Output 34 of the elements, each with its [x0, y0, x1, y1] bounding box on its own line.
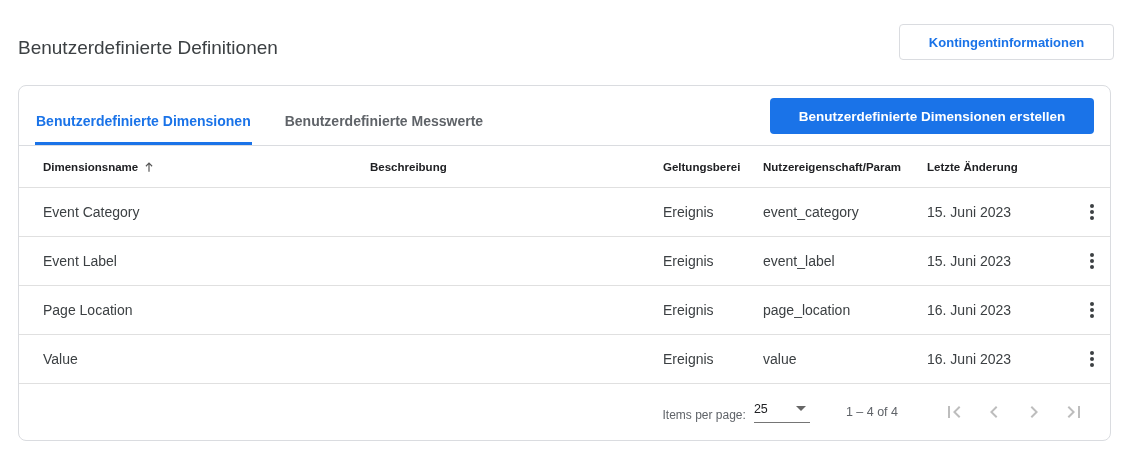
table-cell: Value [43, 351, 78, 367]
table-cell: 16. Juni 2023 [927, 302, 1012, 318]
more-vert-icon [1089, 351, 1094, 367]
table-cell: 16. Juni 2023 [927, 351, 1012, 367]
caret-icon [795, 406, 806, 411]
table-cell: Ereignis [663, 204, 714, 220]
page-size-select[interactable]: 25 [753, 401, 810, 423]
column-header[interactable]: Beschreibung [370, 160, 447, 173]
table-cell: Ereignis [663, 302, 714, 318]
table-cell: event_category [763, 204, 859, 220]
table-cell: page_location [763, 302, 851, 318]
more-vert-icon [1089, 253, 1094, 269]
items-per-page-label: Items per page: [662, 408, 746, 422]
table-cell: 15. Juni 2023 [927, 253, 1012, 269]
table-cell: Event Label [43, 253, 117, 269]
table-cell: 15. Juni 2023 [927, 204, 1012, 220]
quota-button[interactable]: Kontingentinformationen [899, 24, 1114, 60]
page-range: 1 – 4 of 4 [845, 405, 898, 419]
more-vert-icon [1089, 302, 1094, 318]
table-cell: Event Category [43, 204, 140, 220]
column-header[interactable]: Geltungsberei [663, 160, 741, 173]
table-cell: Ereignis [663, 351, 714, 367]
create-button[interactable]: Benutzerdefinierte Dimensionen erstellen [770, 98, 1094, 134]
table-cell: Page Location [43, 302, 133, 318]
table-cell: Ereignis [663, 253, 714, 269]
more-vert-icon [1089, 204, 1094, 220]
column-header[interactable]: Letzte Änderung [927, 160, 1018, 173]
column-header[interactable]: Dimensionsname [43, 160, 139, 173]
tab[interactable]: Benutzerdefinierte Messwerte [283, 86, 485, 145]
tab[interactable]: Benutzerdefinierte Dimensionen [35, 86, 252, 145]
table-cell: event_label [763, 253, 835, 269]
page-title: Benutzerdefinierte Definitionen [18, 37, 278, 59]
column-header[interactable]: Nutzereigenschaft/Param [763, 160, 902, 173]
table-cell: value [763, 351, 797, 367]
